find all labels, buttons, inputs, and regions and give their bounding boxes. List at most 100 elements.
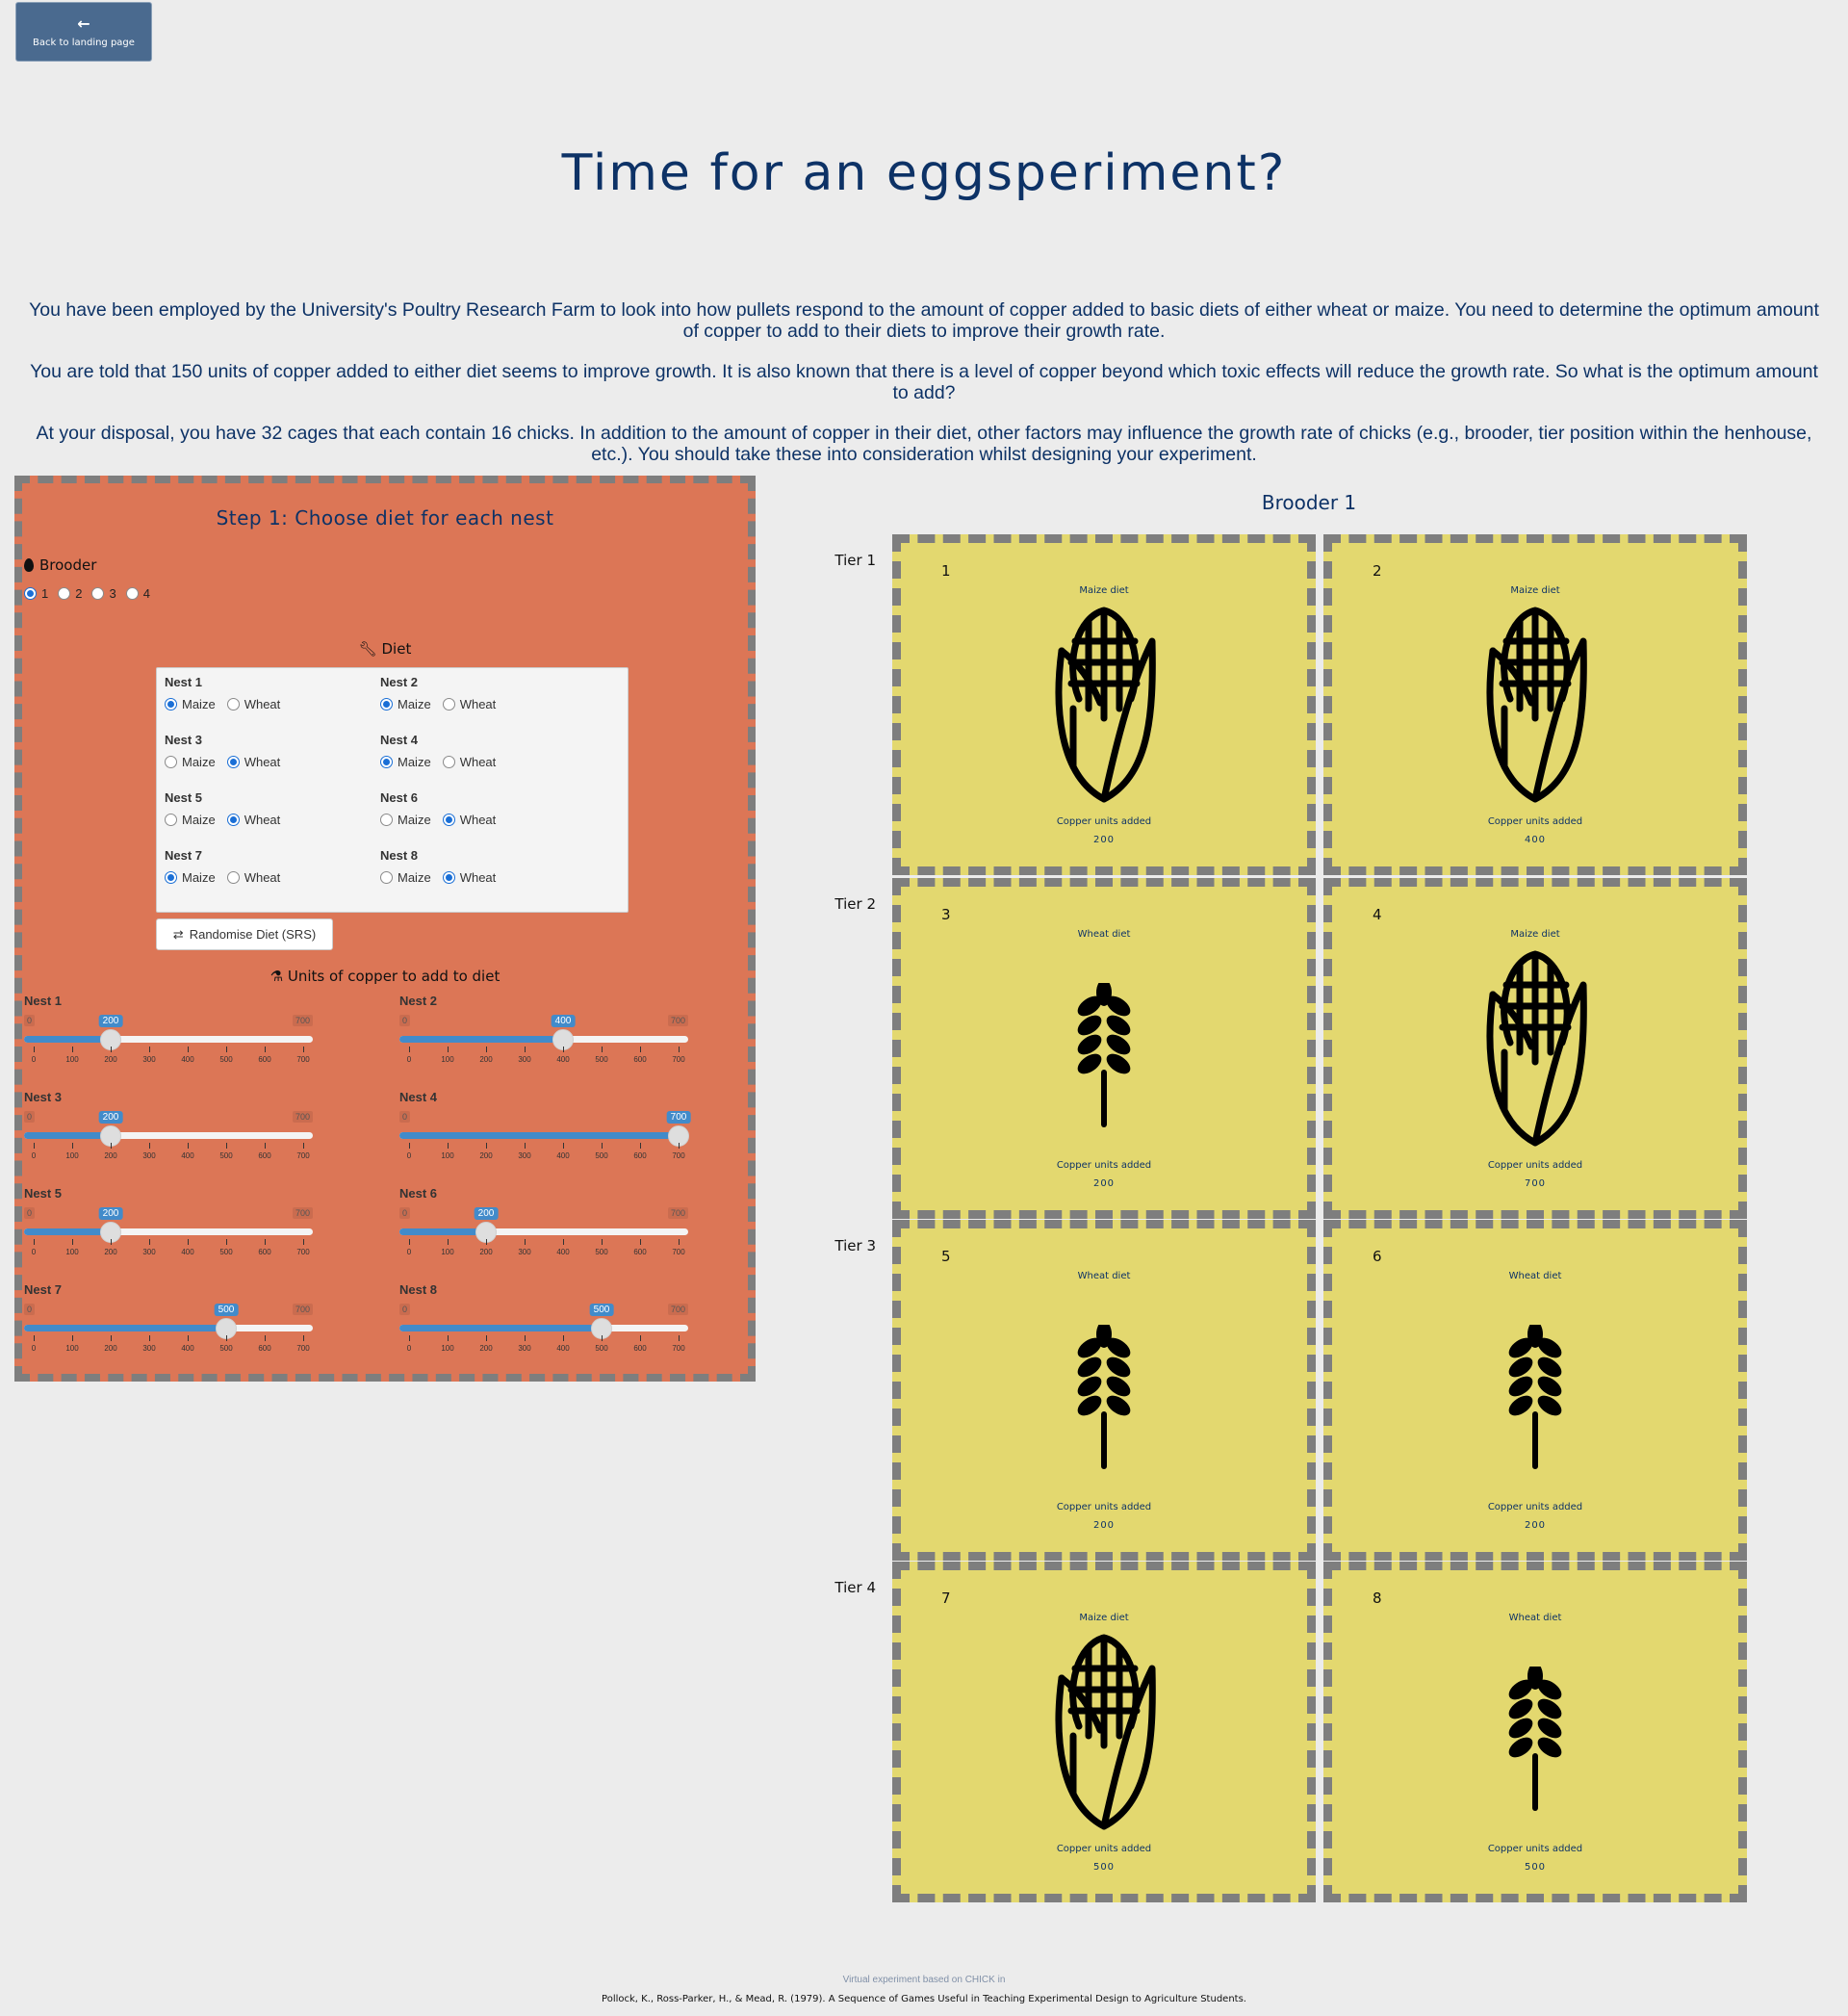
slider-tick <box>409 1047 410 1052</box>
radio-button[interactable] <box>165 871 177 884</box>
nest-diet-options: Maize Wheat <box>165 697 376 711</box>
diet-radio-label: Wheat <box>459 697 497 711</box>
slider-tick <box>679 1239 680 1245</box>
radio-button[interactable] <box>442 871 455 884</box>
diet-radio-wheat[interactable]: Wheat <box>442 813 496 827</box>
radio-button[interactable] <box>125 587 139 600</box>
cage-copper-label: Copper units added <box>1487 816 1583 827</box>
cage-copper-value: 500 <box>1524 1862 1547 1873</box>
nest-diet-options: Maize Wheat <box>380 870 592 885</box>
diet-radio-maize[interactable]: Maize <box>380 755 431 769</box>
radio-button[interactable] <box>442 756 455 768</box>
copper-slider-4[interactable]: Nest 407007000100200300400500600700 <box>399 1090 691 1167</box>
slider-tick-label: 300 <box>142 1151 156 1160</box>
slider-tick <box>265 1047 266 1052</box>
slider-tick-label: 700 <box>672 1151 685 1160</box>
radio-button[interactable] <box>226 756 240 768</box>
cage-5[interactable]: 5 Wheat diet Copper units added 200 <box>892 1220 1316 1561</box>
slider-tick-label: 500 <box>219 1248 233 1256</box>
diet-radio-maize[interactable]: Maize <box>380 697 431 711</box>
cage-7[interactable]: 7 Maize diet Copper units added 500 <box>892 1562 1316 1902</box>
cage-copper-label: Copper units added <box>1487 1160 1583 1171</box>
radio-button[interactable] <box>380 871 393 884</box>
radio-button[interactable] <box>91 587 105 600</box>
slider-min-label: 0 <box>399 1015 411 1026</box>
diet-radio-wheat[interactable]: Wheat <box>226 813 280 827</box>
diet-radio-wheat[interactable]: Wheat <box>442 870 496 885</box>
slider-tick <box>602 1335 603 1341</box>
brooder-radio-3[interactable]: 3 <box>91 586 116 601</box>
copper-slider-1[interactable]: Nest 1 0 700 200 0 100 200 300 400 500 600 700 <box>24 994 313 1071</box>
copper-slider-2[interactable]: Nest 2 0 700 400 0 100 200 300 400 500 600 700 <box>399 994 688 1071</box>
cage-2[interactable]: 2 Maize diet Copper units added 400 <box>1323 534 1747 875</box>
copper-slider-5[interactable]: Nest 5 0 700 200 0 100 200 300 400 500 600 700 <box>24 1186 313 1263</box>
slider-tick <box>525 1239 526 1245</box>
slider-fill <box>399 1132 679 1139</box>
slider-tick <box>486 1335 487 1341</box>
diet-radio-wheat[interactable]: Wheat <box>442 697 497 711</box>
radio-button[interactable] <box>380 756 393 768</box>
copper-slider-8[interactable]: Nest 8 0 700 500 0 100 200 300 400 500 600 700 <box>399 1282 688 1359</box>
radio-button[interactable] <box>226 698 240 711</box>
slider-tick-label: 700 <box>296 1248 310 1256</box>
nest-diet-label: Nest 2 <box>380 675 419 689</box>
radio-button[interactable] <box>226 814 240 826</box>
slider-tick-label: 200 <box>104 1055 117 1064</box>
nest-diet-label: Nest 3 <box>165 733 203 747</box>
radio-button[interactable] <box>24 587 37 600</box>
slider-tick <box>563 1239 564 1245</box>
cage-6[interactable]: 6 Wheat diet Copper units added 200 <box>1323 1220 1747 1561</box>
slider-tick <box>448 1047 449 1052</box>
slider-tick <box>640 1047 641 1052</box>
slider-value: 200 <box>98 1207 123 1220</box>
brooder-radio-4[interactable]: 4 <box>125 586 150 601</box>
radio-button[interactable] <box>165 756 177 768</box>
copper-slider-3[interactable]: Nest 3 0 700 200 0 100 200 300 400 500 600 700 <box>24 1090 313 1167</box>
cage-8[interactable]: 8 Wheat diet Copper units added 500 <box>1323 1562 1747 1902</box>
diet-radio-maize[interactable]: Maize <box>380 813 431 827</box>
slider-tick <box>72 1047 73 1052</box>
radio-button[interactable] <box>380 814 393 826</box>
diet-radio-maize[interactable]: Maize <box>165 755 216 769</box>
brooder-label-text: Brooder <box>39 556 97 574</box>
copper-slider-6[interactable]: Nest 6 0 700 200 0 100 200 300 400 500 600 700 <box>399 1186 688 1263</box>
diet-radio-maize[interactable]: Maize <box>165 697 216 711</box>
copper-slider-7[interactable]: Nest 7 0 700 500 0 100 200 300 400 500 600 700 <box>24 1282 313 1359</box>
radio-button[interactable] <box>58 587 71 600</box>
brooder-radio-2[interactable]: 2 <box>58 586 82 601</box>
diet-radio-label: Wheat <box>244 755 281 769</box>
arrow-left-icon: ← <box>77 13 90 33</box>
brooder-radio-1[interactable]: 1 <box>24 586 48 601</box>
diet-radio-wheat[interactable]: Wheat <box>442 755 496 769</box>
nest-diet-options: Maize Wheat <box>380 755 592 769</box>
slider-tick <box>226 1335 227 1341</box>
radio-button[interactable] <box>165 698 177 711</box>
diet-radio-maize[interactable]: Maize <box>380 870 431 885</box>
radio-button[interactable] <box>165 814 177 826</box>
nest-diet-options: Maize Wheat <box>380 697 592 711</box>
cage-3[interactable]: 3 Wheat diet Copper units added 200 <box>892 878 1316 1219</box>
diet-radio-maize[interactable]: Maize <box>165 813 216 827</box>
radio-button[interactable] <box>226 871 240 884</box>
slider-tick <box>111 1335 112 1341</box>
back-to-landing-button[interactable]: ← Back to landing page <box>15 2 152 62</box>
cage-4[interactable]: 4 Maize diet Copper units added 700 <box>1323 878 1747 1219</box>
slider-fill <box>24 1132 111 1139</box>
radio-button[interactable] <box>442 698 455 711</box>
slider-label: Nest 1 <box>24 994 63 1008</box>
randomise-diet-button[interactable]: ⇄ Randomise Diet (SRS) <box>156 918 333 950</box>
cage-1[interactable]: 1 Maize diet Copper units added 200 <box>892 534 1316 875</box>
slider-tick-label: 100 <box>441 1248 454 1256</box>
slider-tick-label: 600 <box>258 1055 271 1064</box>
slider-tick-label: 0 <box>31 1248 37 1256</box>
diet-radio-wheat[interactable]: Wheat <box>226 697 280 711</box>
cage-number: 3 <box>941 906 951 923</box>
diet-radio-maize[interactable]: Maize <box>165 870 216 885</box>
slider-tick-label: 100 <box>65 1344 79 1353</box>
drop-icon <box>24 558 34 572</box>
diet-radio-wheat[interactable]: Wheat <box>226 755 281 769</box>
diet-radio-wheat[interactable]: Wheat <box>226 870 280 885</box>
radio-button[interactable] <box>380 698 393 711</box>
nest-diet-2: Nest 2 Maize Wheat <box>380 675 592 711</box>
radio-button[interactable] <box>442 814 455 826</box>
